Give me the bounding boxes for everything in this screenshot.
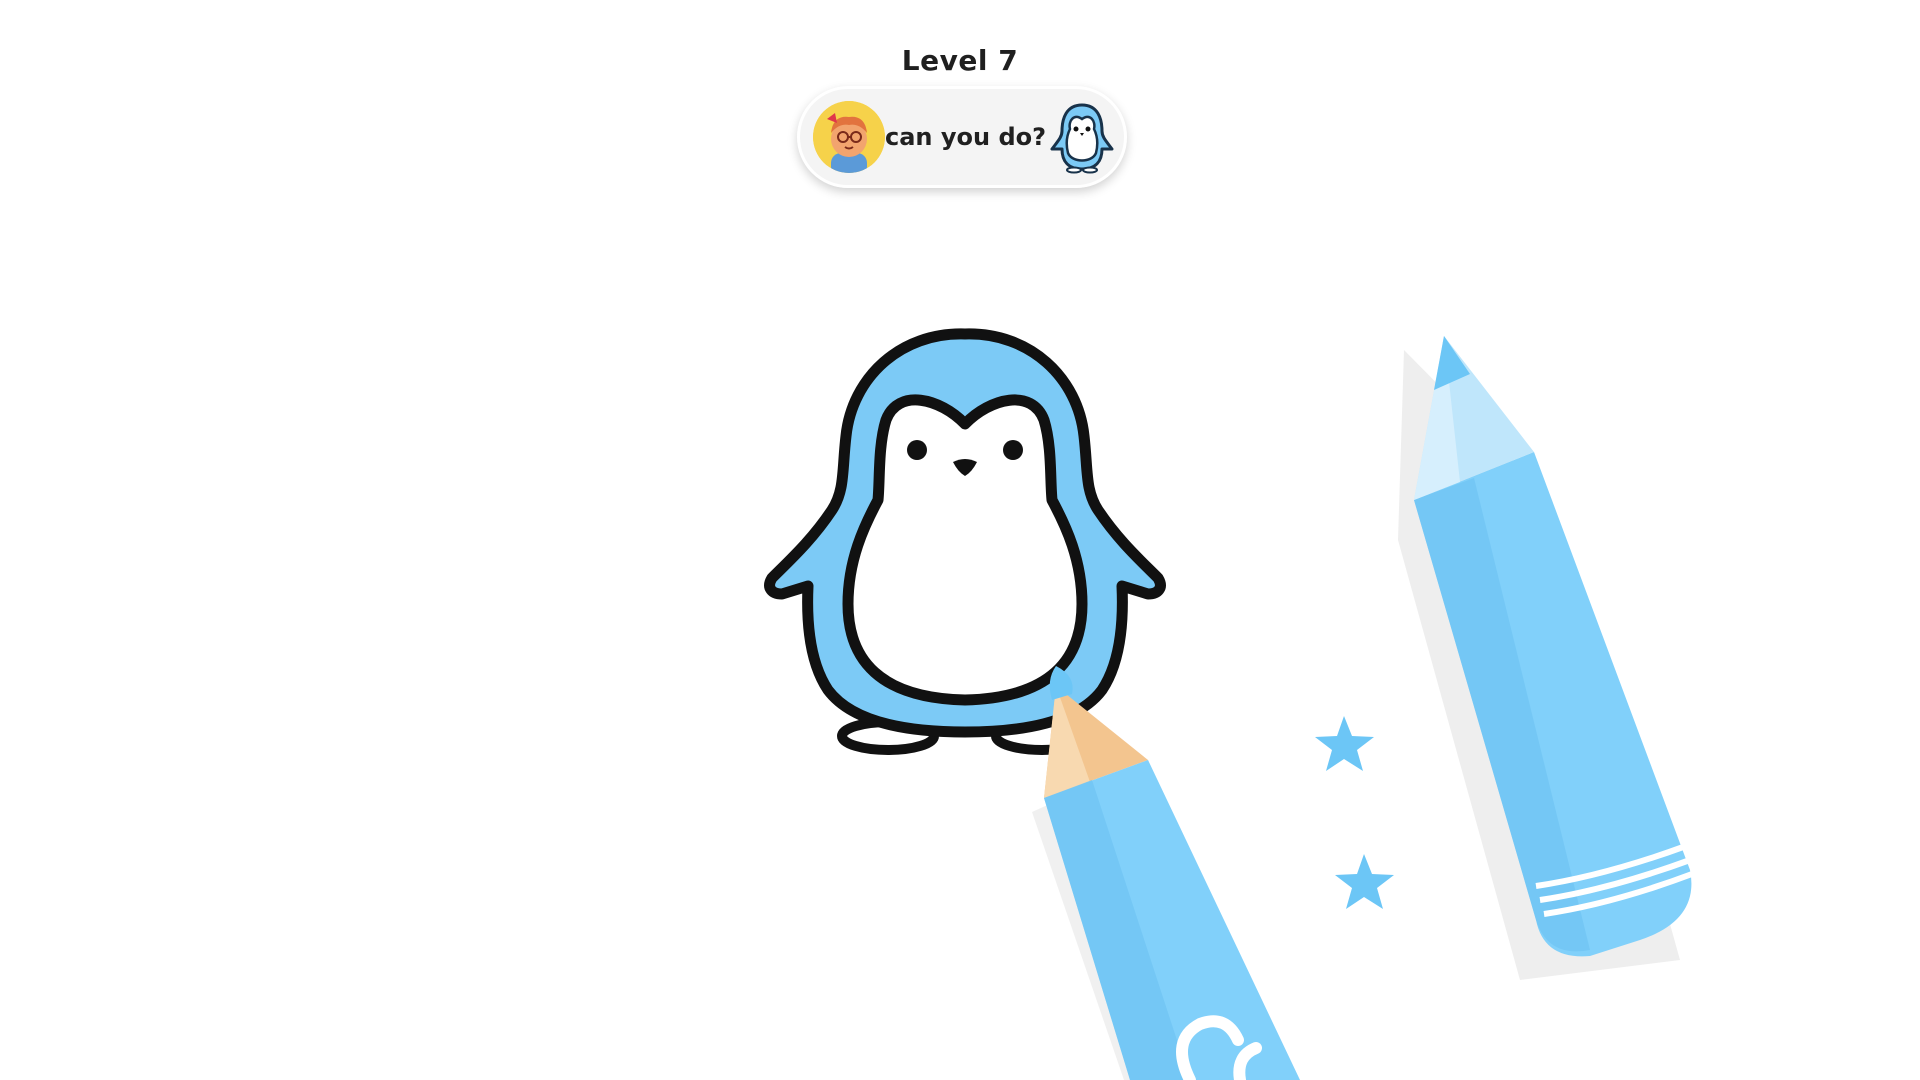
penguin-belly xyxy=(842,394,1088,706)
drawing-pencil-icon xyxy=(1032,666,1300,1080)
penguin-right-eye xyxy=(1003,440,1023,460)
penguin-drawing xyxy=(764,328,1166,755)
star-icon xyxy=(1315,716,1374,771)
blue-pencil-icon xyxy=(1398,336,1694,980)
stars xyxy=(1315,716,1394,909)
penguin-left-eye xyxy=(907,440,927,460)
star-icon xyxy=(1335,854,1394,909)
